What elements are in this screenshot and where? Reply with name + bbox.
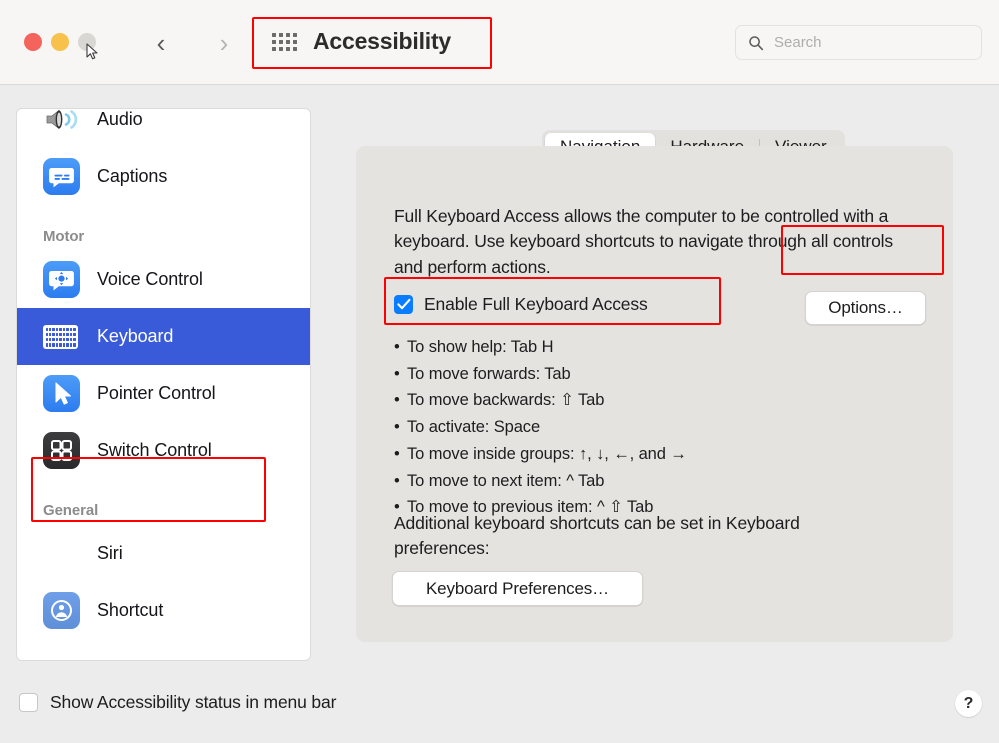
shortcuts-list: •To show help: Tab H •To move forwards: … <box>394 334 687 521</box>
bullet-icon: • <box>394 361 407 388</box>
description-text: Full Keyboard Access allows the computer… <box>394 204 894 280</box>
sidebar-item-switch-control[interactable]: Switch Control <box>17 422 311 479</box>
additional-shortcuts-text: Additional keyboard shortcuts can be set… <box>394 511 884 562</box>
sidebar-item-keyboard[interactable]: Keyboard <box>17 308 311 365</box>
bullet-icon: • <box>394 414 407 441</box>
sidebar-group-general: General <box>17 479 311 525</box>
bullet-icon: • <box>394 468 407 495</box>
list-item-label: To show help: Tab H <box>407 338 553 356</box>
shortcut-icon <box>43 592 80 629</box>
sidebar-item-siri[interactable]: Siri <box>17 525 311 582</box>
list-item-label: To move to next item: ^ Tab <box>407 472 604 490</box>
siri-icon <box>43 535 80 572</box>
settings-content-box: Full Keyboard Access allows the computer… <box>356 146 953 642</box>
bullet-icon: • <box>394 387 407 414</box>
forward-button[interactable]: › <box>209 27 239 59</box>
enable-full-keyboard-access-label: Enable Full Keyboard Access <box>424 294 648 315</box>
audio-icon <box>43 108 80 138</box>
list-item-label: To activate: Space <box>407 418 540 436</box>
show-accessibility-status-checkbox[interactable] <box>19 693 38 712</box>
sidebar-item-label: Captions <box>97 166 167 187</box>
switch-control-icon <box>43 432 80 469</box>
sidebar-item-shortcut[interactable]: Shortcut <box>17 582 311 639</box>
sidebar-item-label: Shortcut <box>97 600 163 621</box>
list-item-label: To move inside groups: ↑, ↓, ←, and → <box>407 445 687 463</box>
page-title: Accessibility <box>313 28 451 55</box>
checkmark-icon <box>397 298 411 311</box>
list-item: •To move to next item: ^ Tab <box>394 468 687 495</box>
show-accessibility-status-row[interactable]: Show Accessibility status in menu bar <box>19 692 336 713</box>
sidebar-item-pointer-control[interactable]: Pointer Control <box>17 365 311 422</box>
preferences-window: ‹ › Accessibility Search <box>0 0 999 743</box>
search-icon <box>748 35 764 51</box>
category-sidebar[interactable]: Audio Captions Motor <box>16 108 311 661</box>
main-panel: Navigation Hardware Viewer Full Keyboard… <box>326 108 983 661</box>
search-input[interactable]: Search <box>735 25 982 60</box>
sidebar-item-label: Pointer Control <box>97 383 216 404</box>
sidebar-item-label: Voice Control <box>97 269 203 290</box>
sidebar-item-label: Switch Control <box>97 440 212 461</box>
enable-full-keyboard-access-row[interactable]: Enable Full Keyboard Access <box>394 294 648 315</box>
sidebar-item-audio[interactable]: Audio <box>17 108 311 148</box>
list-item: •To move forwards: Tab <box>394 361 687 388</box>
keyboard-preferences-button[interactable]: Keyboard Preferences… <box>392 571 643 606</box>
options-button[interactable]: Options… <box>805 291 926 325</box>
search-placeholder: Search <box>774 34 822 51</box>
show-all-grid-icon[interactable] <box>272 33 297 51</box>
bullet-icon: • <box>394 441 407 468</box>
sidebar-group-motor: Motor <box>17 205 311 251</box>
sidebar-item-captions[interactable]: Captions <box>17 148 311 205</box>
pointer-control-icon <box>43 375 80 412</box>
list-item: •To move backwards: ⇧ Tab <box>394 387 687 414</box>
list-item-label: To move backwards: ⇧ Tab <box>407 391 604 409</box>
traffic-light-buttons <box>24 33 96 51</box>
zoom-button[interactable] <box>78 33 96 51</box>
help-button[interactable]: ? <box>955 690 982 717</box>
sidebar-item-voice-control[interactable]: Voice Control <box>17 251 311 308</box>
sidebar-item-label: Audio <box>97 109 143 130</box>
close-button[interactable] <box>24 33 42 51</box>
back-button[interactable]: ‹ <box>146 27 176 59</box>
keyboard-icon <box>43 318 80 355</box>
bullet-icon: • <box>394 334 407 361</box>
show-accessibility-status-label: Show Accessibility status in menu bar <box>50 692 336 713</box>
sidebar-item-label: Keyboard <box>97 326 173 347</box>
minimize-button[interactable] <box>51 33 69 51</box>
sidebar-item-label: Siri <box>97 543 123 564</box>
list-item: •To move inside groups: ↑, ↓, ←, and → <box>394 441 687 468</box>
sidebar-scroll-content: Audio Captions Motor <box>17 108 311 639</box>
enable-full-keyboard-access-checkbox[interactable] <box>394 295 413 314</box>
voice-control-icon <box>43 261 80 298</box>
list-item: •To activate: Space <box>394 414 687 441</box>
list-item-label: To move forwards: Tab <box>407 365 571 383</box>
title-bar: ‹ › Accessibility Search <box>0 0 999 85</box>
captions-icon <box>43 158 80 195</box>
list-item: •To show help: Tab H <box>394 334 687 361</box>
